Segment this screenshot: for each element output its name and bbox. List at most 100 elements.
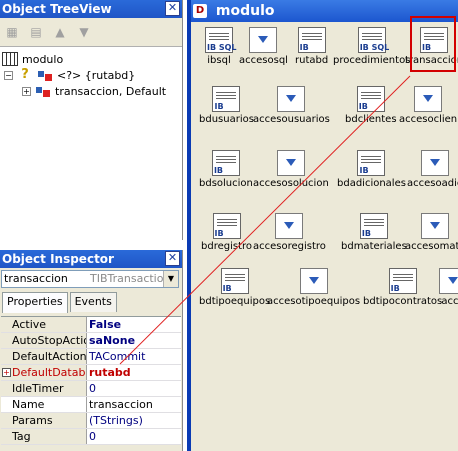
delete-item-icon[interactable]: ▤ [27, 24, 45, 40]
component-label: accesoadic [407, 178, 458, 189]
property-value[interactable]: 0 [87, 429, 181, 444]
property-value[interactable]: TACommit [87, 349, 181, 364]
component-accesousuarios[interactable]: accesousuarios [253, 86, 330, 126]
component-accesosolucion[interactable]: accesosolucion [253, 150, 329, 190]
property-value[interactable]: rutabd [87, 365, 181, 380]
inspector-tabs: Properties Events [2, 292, 119, 313]
component-accesomate[interactable]: accesomate [405, 213, 458, 253]
chevron-down-icon[interactable]: ▼ [163, 271, 178, 287]
component-label: bdmateriales [341, 241, 407, 252]
treeview-title: Object TreeView [2, 2, 112, 16]
component-label: accesoclien [399, 114, 458, 125]
component-bdtipocontratos[interactable]: IB bdtipocontratos [363, 268, 442, 308]
inspector-titlebar[interactable]: Object Inspector ✕ [0, 250, 182, 268]
object-selector[interactable]: transaccion TIBTransaction ▼ [1, 270, 179, 288]
delphi-form-icon: D [193, 4, 207, 18]
component-label: accesosolucion [253, 178, 329, 189]
property-name: Params [1, 413, 87, 428]
expand-icon[interactable]: + [2, 368, 11, 377]
object-name: transaccion [4, 272, 68, 285]
collapse-icon[interactable]: − [4, 70, 13, 80]
object-treeview-panel: Object TreeView ✕ ▦ ▤ ▲ ▼ modulo − ? <?>… [0, 0, 183, 240]
datasource-icon [276, 150, 305, 176]
property-name: DefaultDatabase [12, 366, 86, 379]
component-bdregistro[interactable]: IB bdregistro [201, 213, 252, 253]
component-bdmateriales[interactable]: IB bdmateriales [341, 213, 407, 253]
component-label: accesotipoequipos [267, 296, 361, 307]
property-row[interactable]: DefaultAction TACommit [1, 349, 181, 365]
datasource-icon [414, 86, 443, 112]
component-accesoregistro[interactable]: accesoregistro [253, 213, 326, 253]
component-accesoadic[interactable]: accesoadic [407, 150, 458, 190]
component-label: bdtipoequipos [199, 296, 271, 307]
component-label: bdregistro [201, 241, 253, 252]
inspector-close-button[interactable]: ✕ [165, 251, 180, 266]
datasource-icon [299, 268, 328, 294]
treeview-close-button[interactable]: ✕ [165, 1, 180, 16]
object-class: TIBTransaction [90, 272, 171, 285]
tree-node-root[interactable]: modulo [2, 51, 63, 67]
ibquery-icon: IB [212, 213, 241, 239]
component-bdsolucion[interactable]: IB bdsolucion [199, 150, 253, 190]
ibquery-icon: IB [388, 268, 417, 294]
datasource-icon [421, 213, 450, 239]
datasource-icon [439, 268, 458, 294]
ibquery-icon: IB [220, 268, 249, 294]
component-label: ibsql [207, 55, 231, 66]
component-label: bdtipocontratos [363, 296, 443, 307]
component-rutabd[interactable]: IB rutabd [295, 27, 328, 67]
component-bdclientes[interactable]: IB bdclientes [345, 86, 397, 126]
ibdatabase-icon: IB [297, 27, 326, 53]
component-label: rutabd [295, 55, 329, 66]
property-name-wrap: + DefaultDatabase [1, 365, 87, 380]
property-name: IdleTimer [1, 381, 87, 396]
move-up-icon[interactable]: ▲ [51, 24, 69, 40]
tree-node-transaction[interactable]: + transaccion, Default [22, 83, 166, 99]
tree-node-label: <?> {rutabd} [57, 68, 136, 82]
component-label: bdadicionales [337, 178, 406, 189]
property-row[interactable]: Params (TStrings) [1, 413, 181, 429]
component-bdusuarios[interactable]: IB bdusuarios [199, 86, 254, 126]
new-item-icon[interactable]: ▦ [3, 24, 21, 40]
ibquery-icon: IB [359, 213, 388, 239]
property-row[interactable]: Active False [1, 317, 181, 333]
treeview-tree: modulo − ? <?> {rutabd} + transaccion, D… [0, 46, 182, 240]
component-accesoclien[interactable]: accesoclien [399, 86, 457, 126]
component-ibsql[interactable]: IB SQL ibsql [205, 27, 237, 67]
property-row[interactable]: + DefaultDatabase rutabd [1, 365, 181, 381]
property-row-selected[interactable]: Name transaccion [1, 397, 181, 413]
form-title: modulo [215, 3, 275, 19]
property-value[interactable]: saNone [87, 333, 181, 348]
tab-properties[interactable]: Properties [2, 292, 68, 313]
property-value[interactable]: (TStrings) [87, 413, 181, 428]
component-label: bdsolucion [199, 178, 253, 189]
property-row[interactable]: AutoStopAction saNone [1, 333, 181, 349]
tree-node-database[interactable]: − ? <?> {rutabd} [4, 67, 135, 83]
tree-node-label: modulo [22, 52, 64, 66]
treeview-titlebar[interactable]: Object TreeView ✕ [0, 0, 182, 18]
tab-events[interactable]: Events [69, 292, 117, 312]
component-accesotipoequipos[interactable]: accesotipoequipos [267, 268, 360, 308]
property-value[interactable]: transaccion [87, 397, 181, 412]
property-value[interactable]: 0 [87, 381, 181, 396]
expand-icon[interactable]: + [22, 86, 31, 96]
component-label: accesosql [239, 55, 288, 66]
component-label: accesousuarios [253, 114, 330, 125]
ide-workspace: Object TreeView ✕ ▦ ▤ ▲ ▼ modulo − ? <?>… [0, 0, 458, 451]
component-bdtipoequipos[interactable]: IB bdtipoequipos [199, 268, 270, 308]
datamodule-icon [2, 52, 18, 66]
component-accesosql[interactable]: accesosql [239, 27, 288, 67]
ibsql-icon: IB SQL [205, 27, 237, 53]
property-row[interactable]: Tag 0 [1, 429, 181, 445]
component-bdadicionales[interactable]: IB bdadicionales [337, 150, 406, 190]
component-acce[interactable]: acce [439, 268, 458, 308]
component-procedimientos[interactable]: IB SQL procedimientos [333, 27, 410, 67]
property-row[interactable]: IdleTimer 0 [1, 381, 181, 397]
move-down-icon[interactable]: ▼ [75, 24, 93, 40]
component-label: accesoregistro [253, 241, 326, 252]
property-name: Name [1, 397, 87, 412]
ibquery-icon: IB [356, 86, 385, 112]
property-name: Active [1, 317, 87, 332]
property-name: Tag [1, 429, 87, 444]
property-value[interactable]: False [87, 317, 181, 332]
